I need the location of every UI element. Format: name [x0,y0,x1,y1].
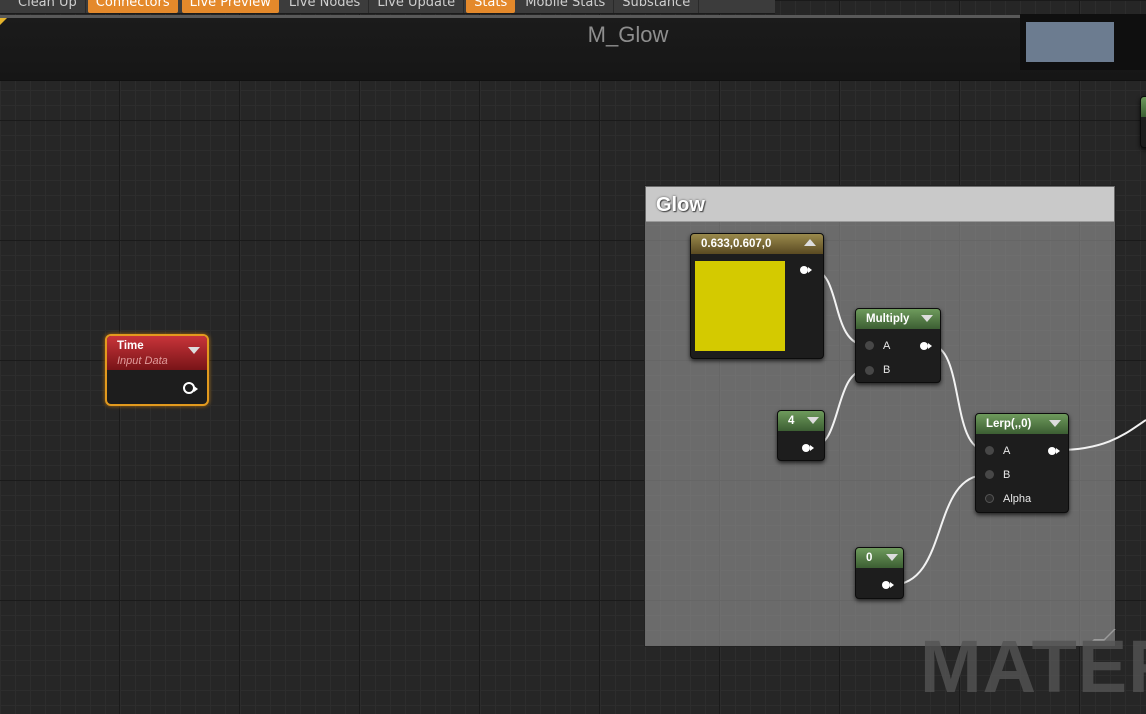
time-node-header: Time Input Data [107,336,207,370]
pin-label-b: B [1003,469,1011,481]
lerp-node[interactable]: Lerp(,,0) A B Alpha [975,413,1069,513]
output-pin[interactable] [800,266,812,274]
chevron-down-icon[interactable] [886,554,898,561]
pin-label-alpha: Alpha [1003,493,1032,505]
input-pin-a[interactable] [865,341,874,350]
constant-0-node[interactable]: 0 [855,547,904,599]
chevron-down-icon[interactable] [188,347,200,354]
constant-0-value[interactable]: 0 [866,552,872,564]
offscreen-node-edge[interactable] [1140,96,1146,148]
multiply-node-header: Multiply [856,309,940,329]
constant-4-node[interactable]: 4 [777,410,825,461]
output-pin[interactable] [802,444,814,452]
input-pin-b[interactable] [865,366,874,375]
input-pin-a[interactable] [985,446,994,455]
lerp-node-title: Lerp(,,0) [986,418,1032,430]
time-node[interactable]: Time Input Data [105,334,209,406]
constant-4-value[interactable]: 4 [788,415,794,427]
wire-0-to-lerp-b [890,474,987,586]
output-pin[interactable] [1048,447,1060,455]
chevron-down-icon[interactable] [807,417,819,424]
chevron-down-icon[interactable] [1049,420,1061,427]
constant-4-header: 4 [778,411,824,431]
material-watermark: MATER [920,625,1146,708]
color-node-header: 0.633,0.607,0 [691,234,823,254]
color-constant-node[interactable]: 0.633,0.607,0 [690,233,824,359]
multiply-node[interactable]: Multiply A B [855,308,941,383]
chevron-down-icon[interactable] [921,315,933,322]
pin-label-a: A [883,340,891,352]
output-pin[interactable] [882,581,894,589]
input-pin-alpha[interactable] [985,494,994,503]
input-pin-b[interactable] [985,470,994,479]
multiply-node-title: Multiply [866,313,910,325]
lerp-node-header: Lerp(,,0) [976,414,1068,434]
color-node-title: 0.633,0.607,0 [701,238,772,250]
wire-lerp-to-output [1057,419,1146,451]
pin-label-a: A [1003,445,1011,457]
output-pin[interactable] [920,342,932,350]
constant-0-header: 0 [856,548,903,568]
pin-label-b: B [883,364,891,376]
offscreen-node-header [1141,97,1146,117]
output-pin[interactable] [183,382,198,394]
chevron-up-icon[interactable] [804,239,816,246]
time-node-subtitle: Input Data [117,355,168,367]
color-swatch [695,261,785,351]
